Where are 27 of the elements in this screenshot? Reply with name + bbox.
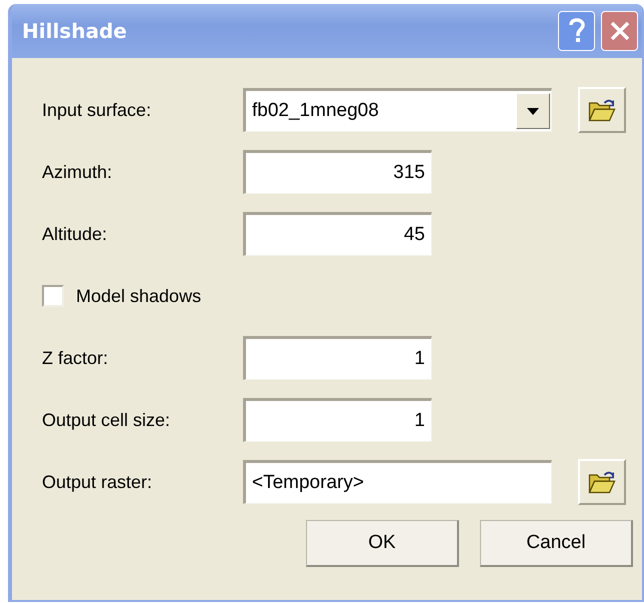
checkbox[interactable] (42, 285, 64, 307)
cancel-button[interactable]: Cancel (480, 520, 633, 567)
folder-icon (587, 98, 617, 122)
browse-button[interactable] (578, 87, 626, 133)
field-label: Output raster: (42, 472, 154, 492)
help-button[interactable] (558, 11, 595, 51)
text-field[interactable]: <Temporary> (243, 460, 552, 504)
caret-icon (527, 108, 539, 114)
field-label: Input surface: (42, 100, 152, 120)
field-label: Output cell size: (42, 410, 172, 430)
window-title: Hillshade (22, 19, 128, 43)
dropdown-button[interactable] (516, 93, 550, 129)
folder-icon (587, 470, 617, 494)
number-field[interactable]: 1 (243, 336, 432, 380)
checkbox-label: Model shadows (76, 286, 202, 306)
number-field[interactable]: 315 (243, 150, 432, 194)
field-label: Altitude: (42, 224, 108, 244)
number-field[interactable]: 45 (243, 212, 432, 256)
browse-button[interactable] (578, 459, 626, 505)
number-field[interactable]: 1 (243, 398, 432, 442)
help-icon (568, 18, 586, 44)
ok-button[interactable]: OK (306, 520, 459, 567)
dropdown-field[interactable]: fb02_1mneg08 (243, 88, 552, 132)
close-button[interactable] (601, 11, 638, 51)
close-icon (610, 21, 630, 41)
field-label: Azimuth: (42, 162, 114, 182)
field-label: Z factor: (42, 348, 110, 368)
